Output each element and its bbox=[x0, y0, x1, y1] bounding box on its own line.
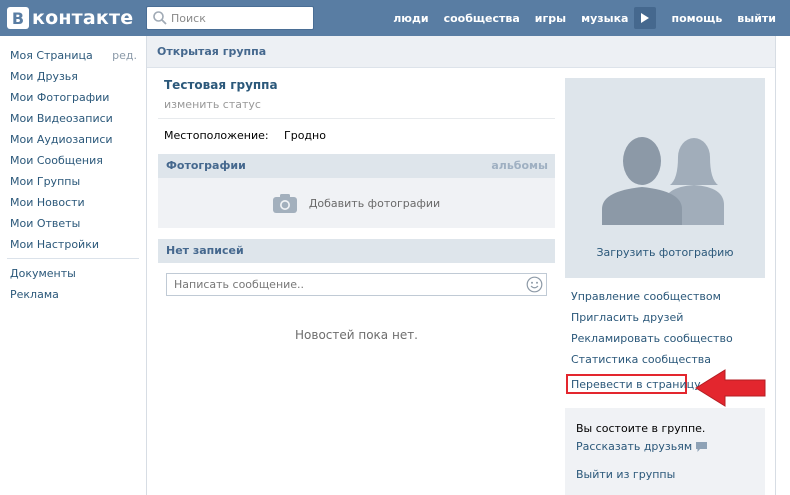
albums-link[interactable]: альбомы bbox=[491, 154, 548, 178]
nav-people[interactable]: люди bbox=[393, 12, 428, 25]
divider bbox=[158, 118, 555, 119]
photos-header: Фотографии альбомы bbox=[158, 154, 555, 178]
search-input[interactable] bbox=[171, 8, 316, 28]
nav-communities[interactable]: сообщества bbox=[444, 12, 520, 25]
add-photos-area[interactable]: Добавить фотографии bbox=[158, 178, 555, 228]
posts-header: Нет записей bbox=[158, 239, 555, 263]
posts-title: Нет записей bbox=[166, 244, 244, 257]
add-photos-link[interactable]: Добавить фотографии bbox=[309, 197, 440, 210]
member-status-text: Вы состоите в группе. bbox=[576, 422, 706, 435]
top-nav: люди сообщества игры музыка помощь выйти bbox=[378, 0, 776, 36]
page-title: Открытая группа bbox=[147, 36, 775, 68]
vk-logo[interactable]: В контакте bbox=[7, 6, 133, 30]
logo-letter: В bbox=[7, 7, 29, 29]
left-sidebar: Моя Страница ред. Мои Друзья Мои Фотогра… bbox=[0, 36, 146, 305]
group-avatar[interactable]: Загрузить фотографию bbox=[565, 78, 765, 278]
people-icon bbox=[602, 137, 724, 225]
convert-highlight-box: Перевести в страницу bbox=[566, 374, 701, 394]
sidebar-item-friends[interactable]: Мои Друзья bbox=[0, 66, 146, 87]
sidebar-item-documents[interactable]: Документы bbox=[0, 263, 146, 284]
sidebar-item-messages[interactable]: Мои Сообщения bbox=[0, 150, 146, 171]
sidebar-item-label: Моя Страница bbox=[10, 49, 93, 62]
leave-group-link[interactable]: Выйти из группы bbox=[576, 468, 675, 481]
red-arrow-icon bbox=[695, 369, 766, 407]
edit-link[interactable]: ред. bbox=[112, 45, 137, 66]
sidebar-item-settings[interactable]: Мои Настройки bbox=[0, 234, 146, 255]
sidebar-item-videos[interactable]: Мои Видеозаписи bbox=[0, 108, 146, 129]
nav-music[interactable]: музыка bbox=[581, 12, 628, 25]
tell-friends-label: Рассказать друзьям bbox=[576, 440, 693, 453]
post-input-box[interactable] bbox=[166, 273, 547, 296]
main-content: Открытая группа Тестовая группа изменить… bbox=[146, 36, 776, 495]
search-box[interactable] bbox=[146, 6, 316, 30]
sidebar-item-audio[interactable]: Мои Аудиозаписи bbox=[0, 129, 146, 150]
speech-bubble-icon bbox=[696, 441, 708, 452]
play-icon[interactable] bbox=[634, 7, 657, 29]
sidebar-item-news[interactable]: Мои Новости bbox=[0, 192, 146, 213]
nav-games[interactable]: игры bbox=[535, 12, 566, 25]
convert-to-page-link[interactable]: Перевести в страницу bbox=[571, 378, 701, 391]
nav-help[interactable]: помощь bbox=[671, 12, 722, 25]
location-value: Гродно bbox=[284, 129, 326, 142]
logo-text: контакте bbox=[32, 7, 134, 29]
invite-friends-link[interactable]: Пригласить друзей bbox=[571, 311, 683, 324]
top-header: В контакте люди сообщества игры музыка п… bbox=[0, 0, 790, 36]
sidebar-item-my-page[interactable]: Моя Страница ред. bbox=[0, 45, 146, 66]
no-news-text: Новостей пока нет. bbox=[295, 328, 418, 342]
tell-friends-link[interactable]: Рассказать друзьям bbox=[576, 440, 708, 453]
sidebar-item-answers[interactable]: Мои Ответы bbox=[0, 213, 146, 234]
advertise-community-link[interactable]: Рекламировать сообщество bbox=[571, 332, 733, 345]
camera-icon bbox=[272, 193, 297, 213]
location-label: Местоположение: bbox=[164, 129, 269, 142]
membership-box: Вы состоите в группе. Рассказать друзьям… bbox=[565, 408, 765, 495]
upload-photo-link[interactable]: Загрузить фотографию bbox=[565, 246, 765, 259]
sidebar-item-photos[interactable]: Мои Фотографии bbox=[0, 87, 146, 108]
search-icon bbox=[152, 10, 168, 26]
sidebar-item-groups[interactable]: Мои Группы bbox=[0, 171, 146, 192]
post-input[interactable] bbox=[167, 274, 517, 295]
sidebar-item-ads[interactable]: Реклама bbox=[0, 284, 146, 305]
photos-title: Фотографии bbox=[166, 159, 246, 172]
manage-community-link[interactable]: Управление сообществом bbox=[571, 290, 721, 303]
smile-icon[interactable] bbox=[526, 276, 543, 293]
nav-logout[interactable]: выйти bbox=[737, 12, 776, 25]
change-status-link[interactable]: изменить статус bbox=[164, 98, 261, 111]
sidebar-divider bbox=[7, 258, 139, 259]
community-stats-link[interactable]: Статистика сообщества bbox=[571, 353, 711, 366]
group-name: Тестовая группа bbox=[164, 78, 278, 92]
